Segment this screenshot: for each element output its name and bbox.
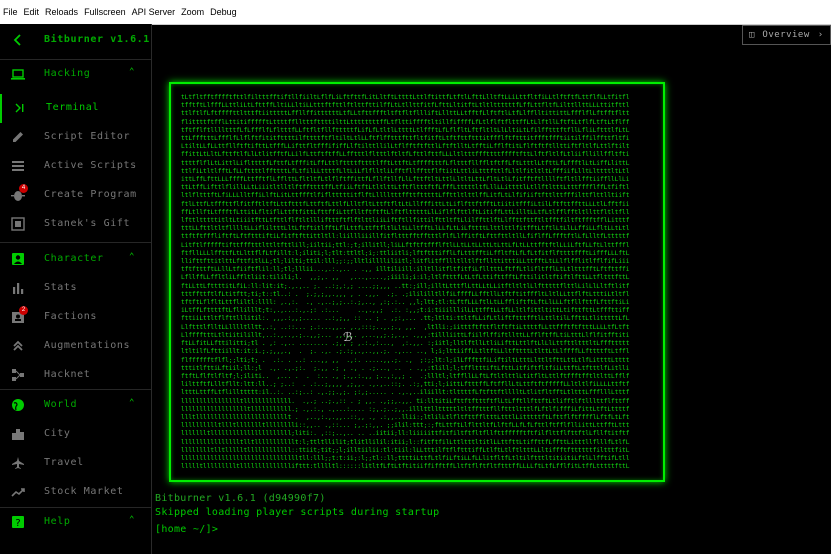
- menu-reloads[interactable]: Reloads: [42, 7, 81, 17]
- notification-badge: 4: [19, 184, 28, 193]
- sidebar-item-city[interactable]: City: [0, 420, 151, 449]
- bar-chart-icon: [13, 283, 24, 294]
- sidebar-item-label: Augmentations: [44, 340, 131, 351]
- sidebar-item-label: Stanek's Gift: [44, 218, 131, 229]
- sidebar-item-label: Factions: [44, 311, 97, 322]
- chevron-left-icon[interactable]: [11, 33, 25, 47]
- double-chevron-up-icon: [13, 340, 23, 351]
- divider: [0, 389, 151, 390]
- globe-icon: [12, 399, 24, 411]
- sidebar-item-terminal[interactable]: Terminal: [0, 94, 151, 123]
- list-icon: [12, 161, 24, 171]
- sidebar-item-factions[interactable]: 2 Factions: [0, 303, 151, 332]
- section-help-label: Help: [44, 516, 71, 527]
- section-world-label: World: [44, 399, 78, 410]
- sidebar-item-script-editor[interactable]: Script Editor: [0, 123, 151, 152]
- ascii-art: tLtfltfftfffftfttlfiltttfftiftllfiiltLfl…: [181, 94, 630, 470]
- chevron-up-icon: ⌃: [129, 67, 135, 77]
- terminal-prompt[interactable]: [home ~/]>: [155, 524, 218, 535]
- ascii-art-frame: tLtfltfftfffftfttlfiltttfftiftllfiiltLfl…: [169, 82, 665, 482]
- network-icon: [12, 369, 24, 381]
- trending-up-icon: [11, 488, 25, 497]
- laptop-icon: [11, 69, 25, 80]
- sidebar-item-active-scripts[interactable]: Active Scripts: [0, 152, 151, 181]
- chevron-up-icon: ⌃: [129, 398, 135, 408]
- sidebar-item-label: Stats: [44, 282, 78, 293]
- sidebar-item-create-program[interactable]: 4 Create Program: [0, 181, 151, 210]
- menu-bar: File Edit Reloads Fullscreen API Server …: [0, 0, 831, 25]
- menu-fullscreen[interactable]: Fullscreen: [81, 7, 129, 17]
- svg-text:?: ?: [15, 518, 20, 529]
- section-character[interactable]: Character ⌃: [0, 245, 151, 274]
- sidebar-item-label: Create Program: [44, 189, 137, 200]
- grid-box-icon: [11, 217, 25, 231]
- sidebar-item-hacknet[interactable]: Hacknet: [0, 361, 151, 390]
- menu-edit[interactable]: Edit: [21, 7, 43, 17]
- text-cursor-icon: ℬ: [343, 330, 353, 344]
- sidebar-item-stock-market[interactable]: Stock Market: [0, 478, 151, 507]
- help-icon: ?: [12, 516, 24, 529]
- sidebar-item-label: City: [44, 428, 71, 439]
- section-hacking[interactable]: Hacking ⌃: [0, 60, 151, 89]
- terminal-icon: [15, 103, 24, 113]
- sidebar-title: Bitburner v1.6.1: [44, 34, 150, 45]
- chevron-right-icon: ›: [817, 30, 824, 40]
- divider: [0, 242, 151, 243]
- airplane-icon: [12, 457, 24, 469]
- chevron-up-icon: ⌃: [129, 515, 135, 525]
- sidebar-item-label: Travel: [44, 457, 84, 468]
- terminal-line: Bitburner v1.6.1 (d94990f7): [155, 493, 326, 504]
- section-character-label: Character: [44, 253, 104, 264]
- menu-api-server[interactable]: API Server: [129, 7, 179, 17]
- sidebar-item-label: Hacknet: [44, 369, 91, 380]
- sidebar-item-label: Script Editor: [44, 131, 131, 142]
- sidebar: Bitburner v1.6.1 Hacking ⌃ Terminal Scri…: [0, 24, 152, 554]
- sidebar-item-stats[interactable]: Stats: [0, 274, 151, 303]
- sidebar-item-travel[interactable]: Travel: [0, 449, 151, 478]
- sidebar-header[interactable]: Bitburner v1.6.1: [0, 26, 151, 55]
- section-hacking-label: Hacking: [44, 68, 91, 79]
- person-box-icon: [12, 253, 24, 265]
- visibility-icon: ◫: [749, 30, 755, 40]
- sidebar-item-label: Stock Market: [44, 486, 124, 497]
- section-world[interactable]: World ⌃: [0, 391, 151, 420]
- sidebar-item-staneks-gift[interactable]: Stanek's Gift: [0, 210, 151, 239]
- terminal-line: Skipped loading player scripts during st…: [155, 507, 440, 518]
- overview-label: Overview: [762, 30, 810, 40]
- menu-file[interactable]: File: [0, 7, 21, 17]
- overview-toggle[interactable]: ◫ Overview ›: [742, 25, 831, 45]
- sidebar-item-label: Terminal: [46, 102, 99, 113]
- sidebar-item-label: Active Scripts: [44, 160, 137, 171]
- menu-zoom[interactable]: Zoom: [178, 7, 207, 17]
- pencil-icon: [13, 132, 23, 142]
- notification-badge: 2: [19, 306, 28, 315]
- menu-debug[interactable]: Debug: [207, 7, 240, 17]
- sidebar-item-augmentations[interactable]: Augmentations: [0, 332, 151, 361]
- section-help[interactable]: ? Help ⌃: [0, 508, 151, 537]
- chevron-up-icon: ⌃: [129, 252, 135, 262]
- city-icon: [12, 429, 24, 440]
